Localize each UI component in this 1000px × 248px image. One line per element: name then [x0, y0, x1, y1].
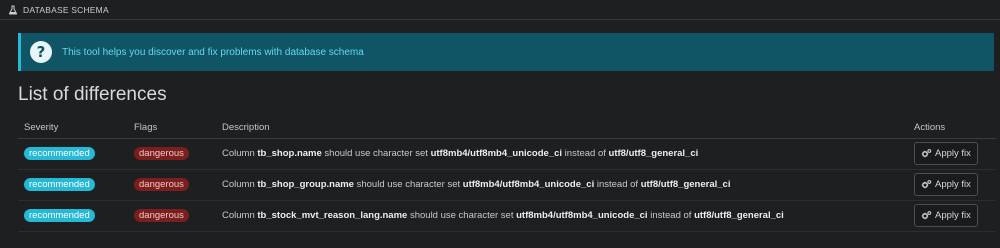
table-row: recommended dangerous Column tb_shop.nam… [18, 138, 996, 170]
gears-icon [921, 179, 932, 190]
info-alert-text: This tool helps you discover and fix pro… [62, 46, 364, 58]
apply-fix-label: Apply fix [935, 179, 971, 190]
table-row: recommended dangerous Column tb_shop_gro… [18, 169, 996, 201]
panel-header: DATABASE SCHEMA [0, 0, 1000, 20]
row-description: Column tb_shop.name should use character… [216, 138, 908, 170]
apply-fix-label: Apply fix [935, 210, 971, 221]
apply-fix-label: Apply fix [935, 148, 971, 159]
current-charset: utf8/utf8_general_ci [608, 148, 699, 159]
table-row: recommended dangerous Column tb_stock_mv… [18, 200, 996, 232]
column-name: tb_shop.name [257, 148, 322, 159]
current-charset: utf8/utf8_general_ci [640, 179, 731, 190]
target-charset: utf8mb4/utf8mb4_unicode_ci [462, 179, 595, 190]
target-charset: utf8mb4/utf8mb4_unicode_ci [516, 210, 648, 221]
current-charset: utf8/utf8_general_ci [694, 210, 784, 221]
flag-badge: dangerous [134, 178, 189, 191]
target-charset: utf8mb4/utf8mb4_unicode_ci [430, 148, 563, 159]
row-description: Column tb_shop_group.name should use cha… [216, 169, 908, 201]
column-header-severity: Severity [18, 118, 128, 139]
apply-fix-button[interactable]: Apply fix [914, 173, 978, 196]
table-header-row: Severity Flags Description Actions [18, 118, 996, 139]
differences-table: Severity Flags Description Actions recom… [18, 118, 996, 232]
severity-badge: recommended [24, 209, 95, 222]
apply-fix-button[interactable]: Apply fix [914, 204, 978, 227]
question-circle-icon: ? [30, 41, 52, 63]
gears-icon [921, 210, 932, 221]
column-name: tb_stock_mvt_reason_lang.name [257, 210, 408, 221]
flag-badge: dangerous [134, 147, 189, 160]
column-header-flags: Flags [128, 118, 216, 139]
apply-fix-button[interactable]: Apply fix [914, 142, 978, 165]
severity-badge: recommended [24, 147, 95, 160]
section-title: List of differences [18, 84, 167, 105]
severity-badge: recommended [24, 178, 95, 191]
panel-title: DATABASE SCHEMA [23, 4, 109, 15]
flag-badge: dangerous [134, 209, 189, 222]
info-alert: ? This tool helps you discover and fix p… [18, 33, 994, 71]
flask-icon [8, 5, 18, 15]
database-schema-panel: DATABASE SCHEMA ? This tool helps you di… [0, 0, 1000, 248]
column-name: tb_shop_group.name [257, 179, 354, 190]
column-header-description: Description [216, 118, 908, 139]
column-header-actions: Actions [908, 118, 996, 139]
gears-icon [921, 148, 932, 159]
row-description: Column tb_stock_mvt_reason_lang.name sho… [216, 200, 908, 232]
